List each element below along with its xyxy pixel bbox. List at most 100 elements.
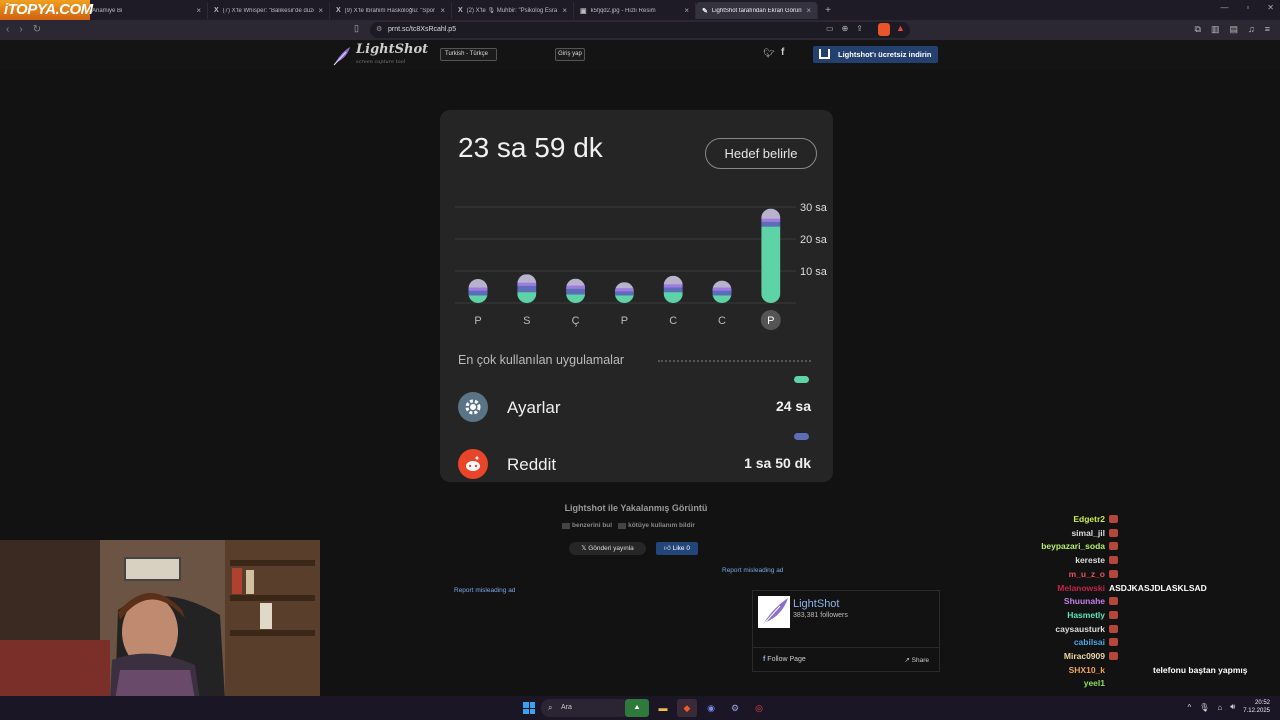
close-tab-icon[interactable]: ×	[196, 6, 201, 15]
tab-label: (9) X'te İbrahim Haskoloğlu: "Spor Bak..…	[344, 7, 437, 14]
lightshot-header: LightShot screen capture tool Turkish - …	[0, 40, 1280, 70]
bar-segment	[761, 226, 781, 303]
widget-icon[interactable]: ⛰	[625, 699, 649, 717]
bar-segment	[468, 279, 488, 288]
feather-icon	[333, 47, 350, 66]
total-screen-time: 23 sa 59 dk	[458, 132, 603, 163]
discord-icon[interactable]: ◉	[701, 699, 721, 717]
page-name[interactable]: LightShot	[793, 598, 839, 610]
close-tab-icon[interactable]: ×	[684, 6, 689, 15]
chat-username[interactable]: simal_jil	[1071, 528, 1105, 538]
clock[interactable]: 20:52 7.12.2025	[1243, 699, 1270, 715]
report-ad-link[interactable]: Report misleading ad	[454, 587, 515, 594]
forward-icon[interactable]: ›	[19, 24, 22, 35]
chat-username[interactable]: yeel1	[1084, 678, 1105, 688]
new-tab-button[interactable]: +	[818, 2, 838, 19]
nav-buttons: ‹ › ↻	[6, 24, 41, 35]
chat-username[interactable]: Edgetr2	[1073, 514, 1105, 524]
browser-tab[interactable]: ✎LightShot tarafından Ekran Görüntüsü ×	[696, 2, 818, 19]
maximize-icon[interactable]: ▫	[1246, 3, 1249, 12]
report-abuse-link[interactable]: kötüye kullanım bildir	[618, 522, 695, 529]
site-info-icon[interactable]: ⚙	[376, 22, 382, 38]
extensions-icon[interactable]: ⧉	[1195, 24, 1201, 35]
chat-text: ASDJKASJDLASKLSAD	[1109, 582, 1207, 593]
microphone-icon[interactable]: 🎙︎	[1199, 703, 1209, 712]
chat-username[interactable]: beypazari_soda	[1041, 541, 1105, 551]
file-explorer-icon[interactable]: ▬	[653, 699, 673, 717]
obs-icon[interactable]: ◎	[749, 699, 769, 717]
chat-emote-icon	[1109, 652, 1118, 660]
close-tab-icon[interactable]: ×	[562, 6, 567, 15]
tab-strip: Anamiye Bi × X (7) X'te Whisper: "Balıkesir…	[86, 2, 838, 19]
close-tab-icon[interactable]: ×	[318, 6, 323, 15]
taskbar-search[interactable]: ⌕ Ara	[541, 699, 631, 717]
report-ad-link[interactable]: Report misleading ad	[722, 567, 783, 574]
x-tick-label: P	[474, 315, 481, 327]
bar-segment	[614, 287, 634, 292]
tab-label: (2) X'te 🎙 Muhbir: "Psikolog Esra E...	[466, 8, 559, 14]
share-button[interactable]: ↗ Share	[904, 656, 929, 664]
windows-start-icon[interactable]	[523, 702, 535, 714]
twitter-icon[interactable]: 🐦︎	[763, 48, 774, 59]
chat-username[interactable]: caysausturk	[1055, 624, 1105, 634]
close-window-icon[interactable]: ✕	[1267, 3, 1274, 12]
close-tab-icon[interactable]: ×	[440, 6, 445, 15]
bar-segment	[566, 278, 586, 286]
chat-emote-icon	[1109, 638, 1118, 647]
cast-icon[interactable]: ▭	[826, 24, 834, 33]
tray-chevron-icon[interactable]: ^	[1187, 703, 1191, 712]
zoom-icon[interactable]: ⊕	[842, 24, 849, 33]
chat-emote-icon	[1109, 556, 1118, 565]
follow-page-button[interactable]: f Follow Page	[763, 656, 806, 663]
rewards-icon[interactable]: ▲	[896, 23, 908, 35]
find-similar-link[interactable]: benzerini bul	[562, 522, 612, 529]
gear-icon	[458, 392, 488, 422]
chat-username[interactable]: kereste	[1075, 555, 1105, 565]
network-icon[interactable]: ⌂	[1217, 703, 1222, 712]
x-tick-label: P	[621, 315, 628, 327]
browser-tab[interactable]: X(9) X'te İbrahim Haskoloğlu: "Spor Bak.…	[330, 2, 452, 19]
back-icon[interactable]: ‹	[6, 24, 9, 35]
chat-username[interactable]: cabilsai	[1074, 637, 1105, 647]
x-tick-label: Ç	[572, 315, 580, 327]
bar-stack	[663, 275, 683, 303]
chat-username[interactable]: Shuunahe	[1064, 596, 1105, 606]
close-tab-icon[interactable]: ×	[806, 6, 811, 15]
menu-icon[interactable]: ≡	[1265, 24, 1270, 35]
download-button[interactable]: Lightshot'ı ücretsiz indirin	[813, 46, 938, 63]
sidebar-icon[interactable]: ▥	[1211, 24, 1220, 35]
browser-tab[interactable]: X (2) X'te 🎙 Muhbir: "Psikolog Esra E... ×	[452, 2, 574, 19]
wallet-icon[interactable]: ▤	[1229, 24, 1238, 35]
facebook-like-button[interactable]: 👍︎ Like 0	[656, 542, 698, 555]
facebook-icon[interactable]: f	[781, 47, 784, 58]
bar-segment	[517, 282, 537, 286]
share-icon[interactable]: ⇪	[856, 24, 863, 33]
bookmark-icon[interactable]: ▯	[354, 23, 359, 34]
post-on-x-button[interactable]: 𝕏 Gönderi yayınla	[569, 542, 646, 555]
tab-favicon-icon: ▣	[580, 7, 587, 15]
browser-tab[interactable]: X(7) X'te Whisper: "Balıkesir'de düzen..…	[208, 2, 330, 19]
bar-segment	[468, 295, 488, 303]
chat-username[interactable]: Mirac0909	[1064, 651, 1105, 661]
most-used-title: En çok kullanılan uygulamalar	[458, 353, 625, 367]
chat-username[interactable]: Hasmetly	[1067, 610, 1105, 620]
reload-icon[interactable]: ↻	[33, 24, 41, 35]
brave-shield-icon[interactable]	[878, 23, 890, 36]
playlist-icon[interactable]: ♫	[1248, 24, 1255, 35]
login-button[interactable]: Giriş yap	[555, 48, 585, 61]
chat-username[interactable]: m_u_z_o	[1069, 569, 1105, 579]
browser-tab[interactable]: ▣ k5fjqd2.jpg - Hızlı Resim ×	[574, 2, 696, 19]
steam-icon[interactable]: ⚙	[725, 699, 745, 717]
bar-stack	[761, 208, 781, 303]
x-tick-label: C	[669, 315, 677, 327]
lightshot-logo[interactable]: LightShot screen capture tool	[332, 43, 428, 68]
chat-username[interactable]: Melanowski	[1057, 583, 1105, 593]
bar-segment	[468, 290, 488, 296]
volume-icon[interactable]: 🔊︎	[1230, 702, 1235, 712]
browser-tab[interactable]: Anamiye Bi ×	[86, 2, 208, 19]
lightshot-page-logo[interactable]	[758, 596, 790, 628]
language-select[interactable]: Turkish - Türkçe	[440, 48, 497, 61]
minimize-icon[interactable]: —	[1220, 3, 1228, 12]
chat-username[interactable]: SHX10_k	[1069, 665, 1105, 675]
brave-browser-icon[interactable]: ◆	[677, 699, 697, 717]
